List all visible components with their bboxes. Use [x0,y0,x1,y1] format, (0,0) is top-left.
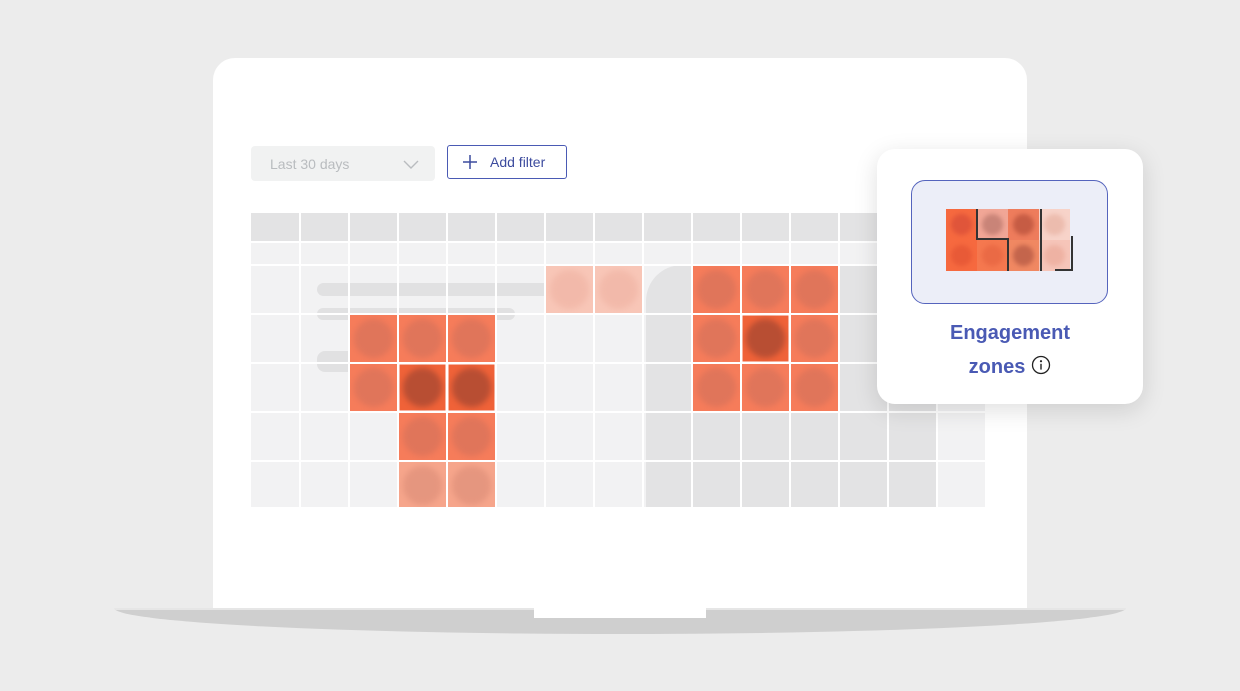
heatmap-cell [594,265,643,314]
heat-blob [599,270,638,309]
date-range-value: Last 30 days [270,155,350,172]
heatmap-cell [741,265,790,314]
heat-blob [452,466,491,505]
heatmap-cell [447,461,496,507]
preview-cell [1008,240,1039,271]
grid-line [299,213,301,507]
heat-blob [452,319,491,358]
heat-blob [403,368,442,407]
heatmap-cell [790,314,839,363]
engagement-zones-title: Engagement zones [877,316,1143,384]
heat-blob [746,319,785,358]
grid-line [397,213,399,507]
engagement-zones-preview[interactable] [911,180,1108,304]
heatmap-cell [545,265,594,314]
heat-blob [746,270,785,309]
zone-border-line [976,209,978,240]
heat-blob [354,319,393,358]
heatmap-cell [398,461,447,507]
heatmap-cell [398,412,447,461]
add-filter-label: Add filter [490,154,546,170]
heat-blob [403,466,442,505]
grid-line [593,213,595,507]
card-title-line1: Engagement [949,322,1071,344]
add-filter-button[interactable]: Add filter [447,145,567,179]
grid-line [544,213,546,507]
card-title-line2: zones [968,356,1026,378]
info-icon[interactable] [1031,355,1051,375]
heat-blob [452,368,491,407]
grid-line [251,460,987,462]
zone-border-line [1007,238,1009,271]
heatmap-cell [447,363,496,412]
heat-blob [697,319,736,358]
heatmap-cell [398,314,447,363]
grid-line [446,213,448,507]
heat-blob [795,270,834,309]
heat-blob [697,270,736,309]
zone-border-line [976,238,1009,240]
grid-line [838,213,840,507]
heatmap-cell [349,363,398,412]
heatmap-cell [741,314,790,363]
heat-blob [697,368,736,407]
zone-border-line [1040,209,1042,271]
heatmap-cell [447,412,496,461]
preview-cell [977,240,1008,271]
heat-blob [550,270,589,309]
heat-blob [795,368,834,407]
preview-cell [946,209,977,240]
chevron-down-icon [403,157,419,173]
heatmap-cell [692,363,741,412]
preview-blob [1013,245,1034,266]
grid-line [495,213,497,507]
preview-cell [1008,209,1039,240]
grid-line [691,213,693,507]
preview-blob [982,245,1003,266]
heatmap-cell [349,314,398,363]
heat-blob [354,368,393,407]
heat-blob [746,368,785,407]
heatmap-cell [790,265,839,314]
preview-cell [977,209,1008,240]
zone-border-line [1071,236,1073,271]
laptop-notch [534,608,706,618]
grid-line [789,213,791,507]
preview-blob [1013,214,1034,235]
preview-blob [1044,245,1065,266]
heatmap-cell [398,363,447,412]
plus-icon [463,155,477,169]
heatmap-cell [790,363,839,412]
preview-cell [946,240,977,271]
preview-cell [1039,240,1070,271]
heat-blob [403,417,442,456]
preview-blob [982,214,1003,235]
preview-cell [1039,209,1070,240]
grid-line [348,213,350,507]
date-range-select[interactable]: Last 30 days [251,146,435,181]
preview-blob [951,245,972,266]
preview-blob [951,214,972,235]
heatmap-cell [447,314,496,363]
grid-line [251,411,987,413]
preview-blob [1044,214,1065,235]
grid-line [642,213,644,507]
heatmap-cell [692,265,741,314]
engagement-zones-card[interactable]: Engagement zones [877,149,1143,404]
grid-line [740,213,742,507]
heat-blob [452,417,491,456]
heat-blob [403,319,442,358]
heatmap-cell [692,314,741,363]
heatmap-cell [741,363,790,412]
zone-border-line [1055,269,1073,271]
heat-blob [795,319,834,358]
